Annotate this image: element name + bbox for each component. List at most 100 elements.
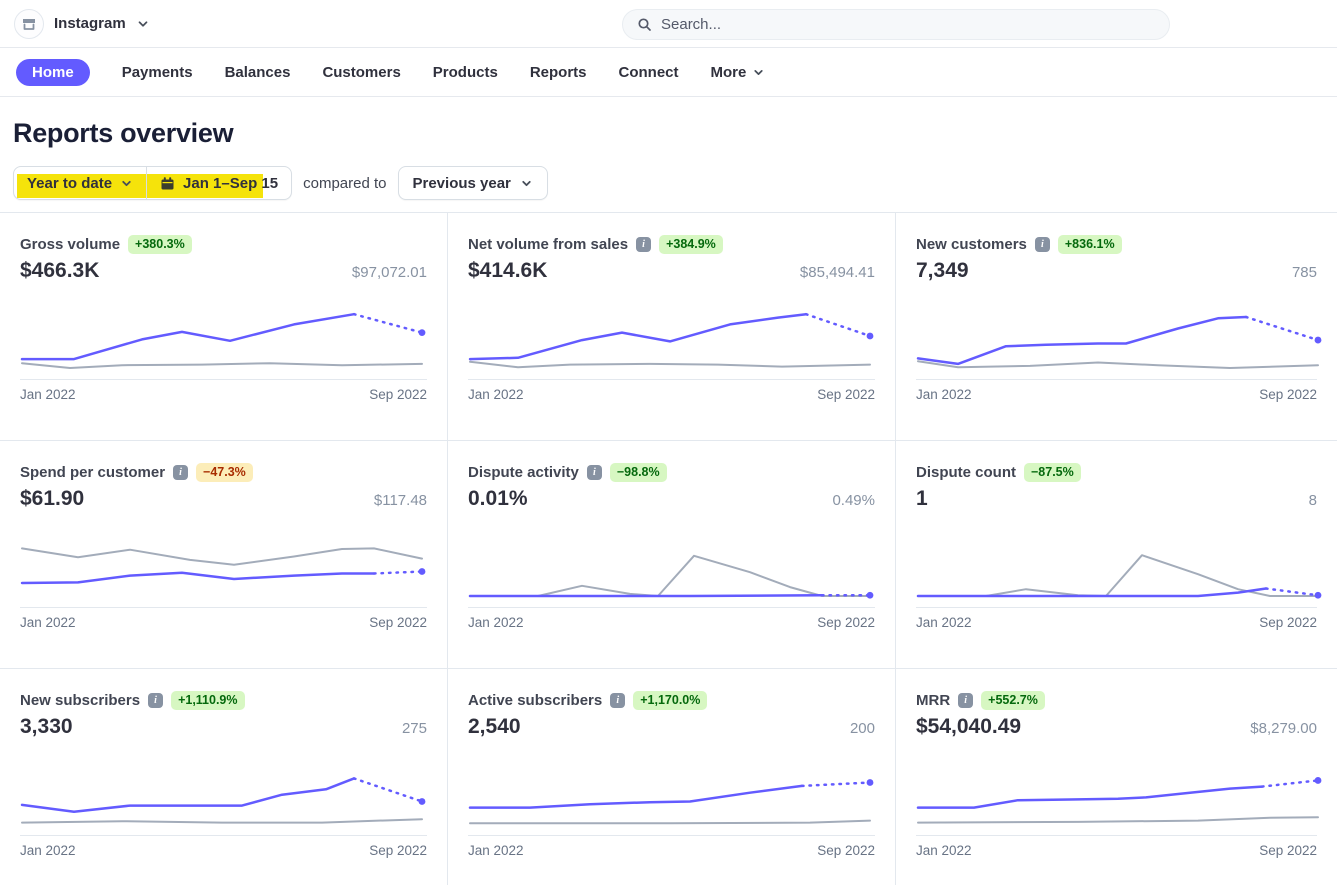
axis-label-end: Sep 2022	[817, 843, 875, 858]
sparkline-chart	[916, 751, 1324, 829]
divider	[146, 167, 147, 199]
axis-label-start: Jan 2022	[468, 843, 524, 858]
nav-tab-more[interactable]: More	[711, 59, 766, 86]
change-badge: +836.1%	[1058, 235, 1122, 254]
axis-label-start: Jan 2022	[20, 843, 76, 858]
axis-label-end: Sep 2022	[1259, 387, 1317, 402]
axis-baseline	[468, 607, 875, 608]
current-value: 3,330	[20, 715, 73, 739]
axis-label-start: Jan 2022	[916, 843, 972, 858]
compare-period-button[interactable]: Previous year	[398, 166, 548, 200]
metrics-grid: Gross volume +380.3% $466.3K $97,072.01 …	[0, 212, 1337, 885]
date-range-control: Year to date Jan 1–Sep 15	[13, 166, 292, 200]
nav-tab-products[interactable]: Products	[433, 59, 498, 86]
compared-to-label: compared to	[303, 175, 386, 192]
axis-baseline	[468, 835, 875, 836]
axis-baseline	[916, 379, 1317, 380]
previous-value: 200	[850, 720, 875, 737]
current-value: $61.90	[20, 487, 84, 511]
search-placeholder: Search...	[661, 16, 721, 33]
change-badge: +552.7%	[981, 691, 1045, 710]
previous-value: $85,494.41	[800, 264, 875, 281]
info-icon[interactable]: i	[610, 693, 625, 708]
axis-baseline	[916, 835, 1317, 836]
axis-baseline	[916, 607, 1317, 608]
previous-value: $97,072.01	[352, 264, 427, 281]
metric-card: Spend per customer i −47.3% $61.90 $117.…	[0, 441, 448, 669]
sparkline-chart	[468, 295, 876, 373]
axis-label-start: Jan 2022	[20, 387, 76, 402]
calendar-icon	[160, 176, 175, 191]
main-nav: Home Payments Balances Customers Product…	[0, 48, 1337, 97]
axis-label-start: Jan 2022	[468, 387, 524, 402]
chevron-down-icon	[520, 177, 533, 190]
metric-card: New subscribers i +1,110.9% 3,330 275 Ja…	[0, 669, 448, 885]
metric-card: Dispute count −87.5% 1 8 Jan 2022 Sep 20…	[896, 441, 1337, 669]
current-value: 7,349	[916, 259, 969, 283]
nav-tab-connect[interactable]: Connect	[619, 59, 679, 86]
metric-title: New customers	[916, 236, 1027, 253]
metric-title: MRR	[916, 692, 950, 709]
metric-title: Dispute count	[916, 464, 1016, 481]
axis-label-end: Sep 2022	[369, 615, 427, 630]
search-input[interactable]: Search...	[622, 9, 1170, 40]
axis-baseline	[20, 835, 427, 836]
change-badge: −87.5%	[1024, 463, 1081, 482]
previous-value: $117.48	[374, 492, 427, 509]
axis-label-end: Sep 2022	[369, 387, 427, 402]
account-name: Instagram	[54, 15, 126, 32]
axis-label-start: Jan 2022	[916, 387, 972, 402]
storefront-icon	[20, 15, 38, 33]
chevron-down-icon	[120, 177, 133, 190]
info-icon[interactable]: i	[148, 693, 163, 708]
chevron-down-icon	[752, 66, 765, 79]
axis-label-start: Jan 2022	[468, 615, 524, 630]
sparkline-chart	[468, 523, 876, 601]
sparkline-chart	[20, 523, 428, 601]
axis-label-start: Jan 2022	[916, 615, 972, 630]
top-bar: Instagram Search...	[0, 0, 1337, 48]
previous-value: 275	[402, 720, 427, 737]
current-value: 2,540	[468, 715, 521, 739]
change-badge: +384.9%	[659, 235, 723, 254]
metric-card: New customers i +836.1% 7,349 785 Jan 20…	[896, 213, 1337, 441]
info-icon[interactable]: i	[587, 465, 602, 480]
info-icon[interactable]: i	[958, 693, 973, 708]
axis-label-end: Sep 2022	[817, 615, 875, 630]
sparkline-chart	[20, 751, 428, 829]
metric-card: MRR i +552.7% $54,040.49 $8,279.00 Jan 2…	[896, 669, 1337, 885]
sparkline-chart	[916, 523, 1324, 601]
change-badge: −98.8%	[610, 463, 667, 482]
avatar	[14, 9, 44, 39]
sparkline-chart	[468, 751, 876, 829]
change-badge: +380.3%	[128, 235, 192, 254]
axis-label-end: Sep 2022	[1259, 843, 1317, 858]
metric-title: Gross volume	[20, 236, 120, 253]
previous-value: 0.49%	[832, 492, 875, 509]
axis-label-end: Sep 2022	[817, 387, 875, 402]
sparkline-chart	[20, 295, 428, 373]
info-icon[interactable]: i	[636, 237, 651, 252]
metric-title: New subscribers	[20, 692, 140, 709]
date-range-preset-button[interactable]: Year to date	[14, 167, 146, 199]
nav-tab-balances[interactable]: Balances	[225, 59, 291, 86]
change-badge: +1,110.9%	[171, 691, 244, 710]
metric-title: Dispute activity	[468, 464, 579, 481]
sparkline-chart	[916, 295, 1324, 373]
nav-tab-home[interactable]: Home	[16, 59, 90, 86]
date-range-dates-button[interactable]: Jan 1–Sep 15	[147, 167, 291, 199]
info-icon[interactable]: i	[1035, 237, 1050, 252]
nav-tab-customers[interactable]: Customers	[322, 59, 400, 86]
change-badge: +1,170.0%	[633, 691, 707, 710]
metric-title: Active subscribers	[468, 692, 602, 709]
chevron-down-icon	[136, 17, 150, 31]
metric-title: Net volume from sales	[468, 236, 628, 253]
nav-tab-reports[interactable]: Reports	[530, 59, 587, 86]
current-value: $466.3K	[20, 259, 99, 283]
axis-label-end: Sep 2022	[369, 843, 427, 858]
current-value: $54,040.49	[916, 715, 1021, 739]
info-icon[interactable]: i	[173, 465, 188, 480]
axis-baseline	[20, 607, 427, 608]
account-switcher[interactable]: Instagram	[14, 9, 150, 39]
nav-tab-payments[interactable]: Payments	[122, 59, 193, 86]
